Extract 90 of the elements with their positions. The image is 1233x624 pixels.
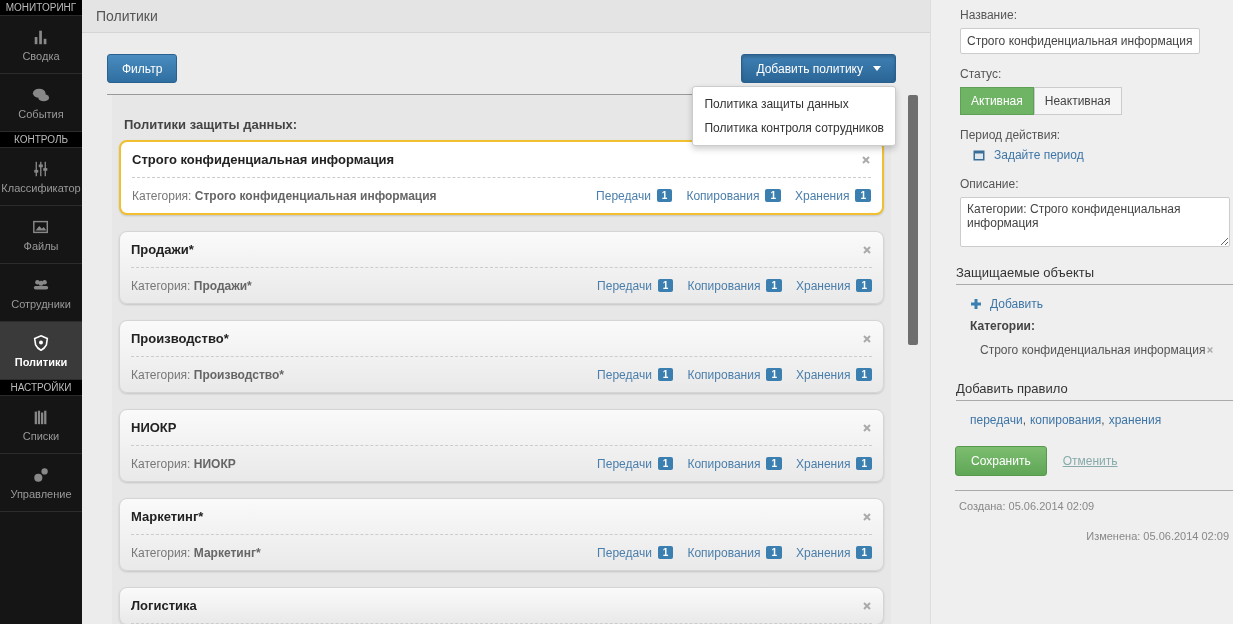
count-badge: 1 [766, 546, 782, 559]
plus-icon [971, 299, 981, 309]
name-field[interactable]: Строго конфиденциальная информация [960, 28, 1200, 54]
policy-name: НИОКР [131, 420, 177, 435]
rule-link[interactable]: Передачи [597, 545, 652, 560]
count-badge: 1 [657, 368, 674, 381]
section-heading: Защищаемые объекты [956, 265, 1233, 285]
rule-link[interactable]: Хранения [795, 545, 851, 560]
section-heading: Добавить правило [956, 381, 1233, 401]
rule-link[interactable]: Копирования [687, 367, 761, 382]
policy-category: Категория: Строго конфиденциальная информация [132, 188, 437, 203]
add-link[interactable]: Добавить [990, 297, 1044, 311]
policy-category: Категория: НИОКР [131, 456, 236, 471]
policy-card[interactable]: НИОКР Категория: НИОКР Передачи 1 Копирования 1 Хранения 1 [119, 409, 884, 482]
count-badge: 1 [766, 457, 782, 470]
count-badge: 1 [856, 546, 872, 559]
rule-link[interactable]: хранения [1108, 413, 1162, 427]
rule-link[interactable]: Хранения [795, 367, 851, 382]
field-label: Название: [960, 8, 1018, 22]
separator: , [1022, 413, 1026, 427]
rule-link[interactable]: Передачи [597, 367, 652, 382]
close-icon[interactable] [861, 154, 871, 165]
status-toggle[interactable]: Неактивная [1033, 87, 1122, 115]
rule-link[interactable]: Копирования [687, 545, 761, 560]
close-icon[interactable] [862, 511, 872, 522]
policy-category: Категория: Маркетинг* [131, 545, 261, 560]
policy-card[interactable]: Производство* Категория: Производство* Передачи 1 Копирования 1 Хранения 1 [119, 320, 884, 393]
add-policy-button[interactable]: Добавить политику [741, 54, 896, 83]
policy-category: Категория: Производство* [131, 367, 284, 382]
status-toggle[interactable]: Активная [960, 87, 1034, 115]
modified-date: Изменена: 05.06.2014 02:09 [1085, 530, 1229, 542]
policy-name: Маркетинг* [131, 509, 204, 524]
sidebar-item[interactable]: Политики [0, 322, 82, 380]
rule-link[interactable]: Передачи [596, 188, 651, 203]
close-icon[interactable] [862, 422, 872, 433]
policy-card[interactable]: Логистика [119, 587, 884, 624]
count-badge: 1 [656, 189, 673, 202]
filter-button[interactable]: Фильтр [107, 54, 178, 83]
caret-icon [873, 66, 881, 71]
close-icon[interactable] [862, 333, 872, 344]
count-badge: 1 [766, 279, 782, 292]
count-badge: 1 [855, 189, 871, 202]
rule-link[interactable]: Копирования [687, 456, 761, 471]
calendar-icon [973, 149, 985, 161]
close-icon[interactable] [862, 600, 872, 611]
created-date: Создана: 05.06.2014 02:09 [959, 500, 1096, 512]
field-label: Статус: [960, 67, 1003, 81]
separator: , [1101, 413, 1105, 427]
rule-link[interactable]: Хранения [795, 278, 851, 293]
count-badge: 1 [657, 546, 674, 559]
close-icon[interactable] [862, 244, 872, 255]
policy-card[interactable]: Маркетинг* Категория: Маркетинг* Передачи 1 Копирования 1 Хранения 1 [119, 498, 884, 571]
count-badge: 1 [856, 279, 872, 292]
sidebar-section-title: МОНИТОРИНГ [0, 0, 82, 16]
scrollbar-thumb[interactable] [908, 95, 918, 345]
count-badge: 1 [856, 368, 872, 381]
sidebar-section-title: НАСТРОЙКИ [0, 380, 82, 396]
policy-name: Продажи* [131, 242, 194, 257]
page-title: Политики [96, 8, 158, 24]
count-badge: 1 [657, 279, 674, 292]
rule-link[interactable]: Копирования [686, 188, 760, 203]
category-item: Строго конфиденциальная информация [980, 343, 1206, 357]
policy-category: Категория: Продажи* [131, 278, 252, 293]
menu-item[interactable]: Политика контроля сотрудников [693, 116, 895, 140]
categories-label: Категории: [970, 319, 1036, 333]
menu-item[interactable]: Политика защиты данных [693, 92, 895, 116]
count-badge: 1 [657, 457, 674, 470]
sidebar-section-title: КОНТРОЛЬ [0, 132, 82, 148]
save-button[interactable]: Сохранить [955, 446, 1047, 476]
rule-link[interactable]: передачи [970, 413, 1023, 427]
policy-name: Строго конфиденциальная информация [132, 152, 394, 167]
policy-card[interactable]: Продажи* Категория: Продажи* Передачи 1 Копирования 1 Хранения 1 [119, 231, 884, 304]
field-label: Период действия: [960, 128, 1062, 142]
field-label: Описание: [960, 177, 1020, 191]
count-badge: 1 [856, 457, 872, 470]
policy-card[interactable]: Строго конфиденциальная информация Категория: Строго конфиденциальная информация Передачи 1 Копирования 1 Хранения 1 [119, 140, 884, 215]
rule-link[interactable]: Копирования [687, 278, 761, 293]
rule-link[interactable]: Хранения [795, 456, 851, 471]
rule-link[interactable]: Хранения [794, 188, 850, 203]
rule-link[interactable]: Передачи [597, 278, 652, 293]
sliders-icon [32, 159, 50, 178]
count-badge: 1 [765, 189, 781, 202]
policy-name: Логистика [131, 598, 197, 613]
rule-link[interactable]: Передачи [597, 456, 652, 471]
policy-name: Производство* [131, 331, 229, 346]
remove-icon[interactable] [1206, 346, 1215, 354]
count-badge: 1 [766, 368, 782, 381]
description-field[interactable]: Категории: Строго конфиденциальная информация [960, 197, 1230, 247]
section-title: Политики защиты данных: [123, 117, 298, 132]
period-link[interactable]: Задайте период [994, 148, 1084, 162]
